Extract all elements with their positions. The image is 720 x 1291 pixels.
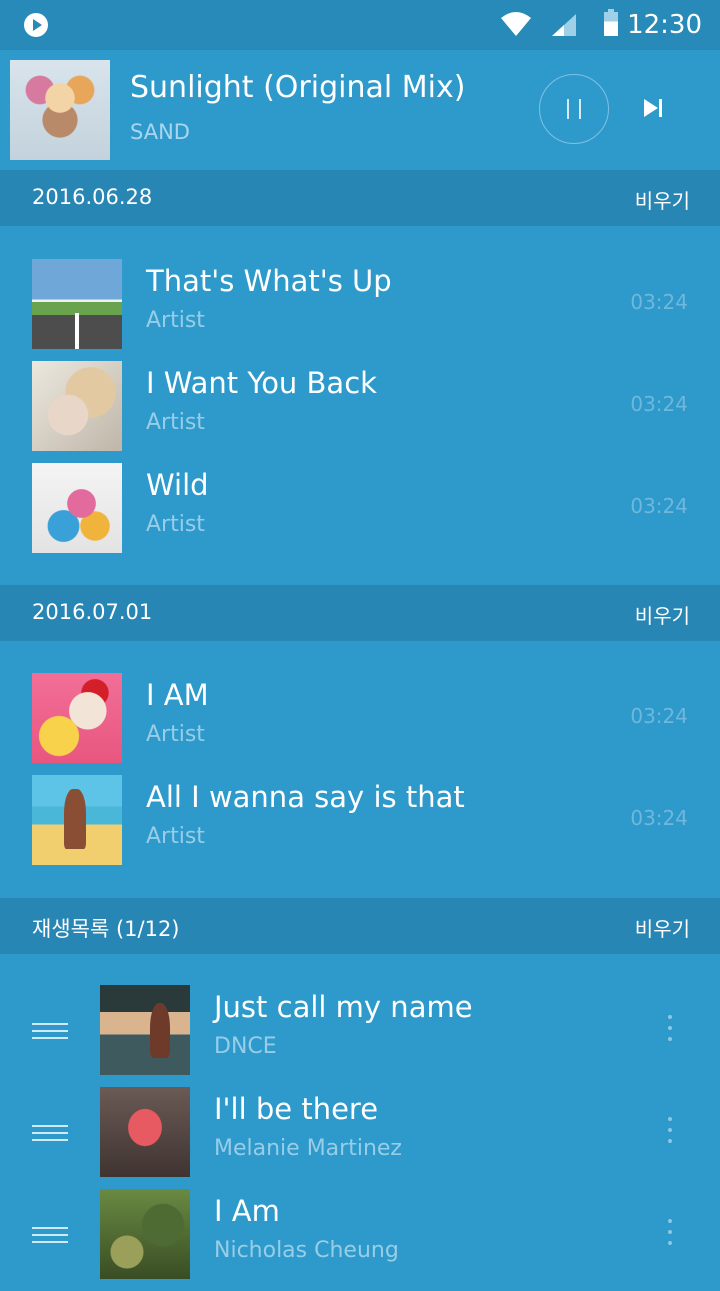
history-section-header: 2016.06.28 비우기 [0,170,720,226]
now-playing-bar[interactable]: Sunlight (Original Mix) SAND [0,50,720,170]
clear-button[interactable]: 비우기 [635,600,690,629]
song-artist: Artist [146,410,205,435]
song-title: Just call my name [214,990,473,1024]
drag-handle-icon[interactable] [32,1125,68,1141]
song-row[interactable]: I AM Artist 03:24 [0,673,720,775]
playlist-row[interactable]: I Am Nicholas Cheung [0,1189,720,1291]
pause-button[interactable] [539,74,609,144]
song-duration: 03:24 [630,806,688,830]
clear-button[interactable]: 비우기 [635,185,690,214]
song-duration: 03:24 [630,392,688,416]
album-art [100,985,190,1075]
now-playing-title: Sunlight (Original Mix) [130,70,466,105]
app-play-icon [24,13,48,37]
song-artist: DNCE [214,1034,277,1059]
song-artist: Artist [146,722,205,747]
song-artist: Artist [146,308,205,333]
album-art [32,673,122,763]
playlist-title: 재생목록 (1/12) [32,917,180,941]
song-duration: 03:24 [630,704,688,728]
more-options-icon[interactable] [660,1219,680,1249]
drag-handle-icon[interactable] [32,1023,68,1039]
signal-icon [552,14,576,36]
wifi-icon [501,12,531,36]
song-artist: Artist [146,512,205,537]
album-art [100,1087,190,1177]
next-button[interactable] [632,88,672,128]
song-title: All I wanna say is that [146,780,465,814]
song-row[interactable]: I Want You Back Artist 03:24 [0,361,720,463]
song-row[interactable]: That's What's Up Artist 03:24 [0,259,720,361]
album-art [100,1189,190,1279]
song-row[interactable]: All I wanna say is that Artist 03:24 [0,775,720,877]
song-title: I AM [146,678,209,712]
clear-button[interactable]: 비우기 [635,913,690,942]
song-title: I Am [214,1194,280,1228]
album-art [32,259,122,349]
pause-icon [567,99,569,119]
playlist-row[interactable]: Just call my name DNCE [0,985,720,1087]
status-time: 12:30 [627,10,702,40]
song-title: That's What's Up [146,264,392,298]
playlist-row[interactable]: I'll be there Melanie Martinez [0,1087,720,1189]
song-duration: 03:24 [630,290,688,314]
album-art [32,463,122,553]
song-title: I'll be there [214,1092,379,1126]
song-row[interactable]: Wild Artist 03:24 [0,463,720,565]
now-playing-artist: SAND [130,120,190,144]
now-playing-album-art [10,60,110,160]
song-duration: 03:24 [630,494,688,518]
song-artist: Melanie Martinez [214,1136,402,1161]
status-bar: 12:30 [0,0,720,50]
more-options-icon[interactable] [660,1117,680,1147]
section-date: 2016.07.01 [32,600,153,624]
album-art [32,775,122,865]
song-artist: Nicholas Cheung [214,1238,399,1263]
pause-icon-bar [579,99,581,119]
drag-handle-icon[interactable] [32,1227,68,1243]
battery-icon [604,9,618,36]
playlist-section-header: 재생목록 (1/12) 비우기 [0,898,720,954]
song-title: I Want You Back [146,366,377,400]
section-date: 2016.06.28 [32,185,153,209]
song-title: Wild [146,468,209,502]
song-artist: Artist [146,824,205,849]
album-art [32,361,122,451]
more-options-icon[interactable] [660,1015,680,1045]
history-section-header: 2016.07.01 비우기 [0,585,720,641]
